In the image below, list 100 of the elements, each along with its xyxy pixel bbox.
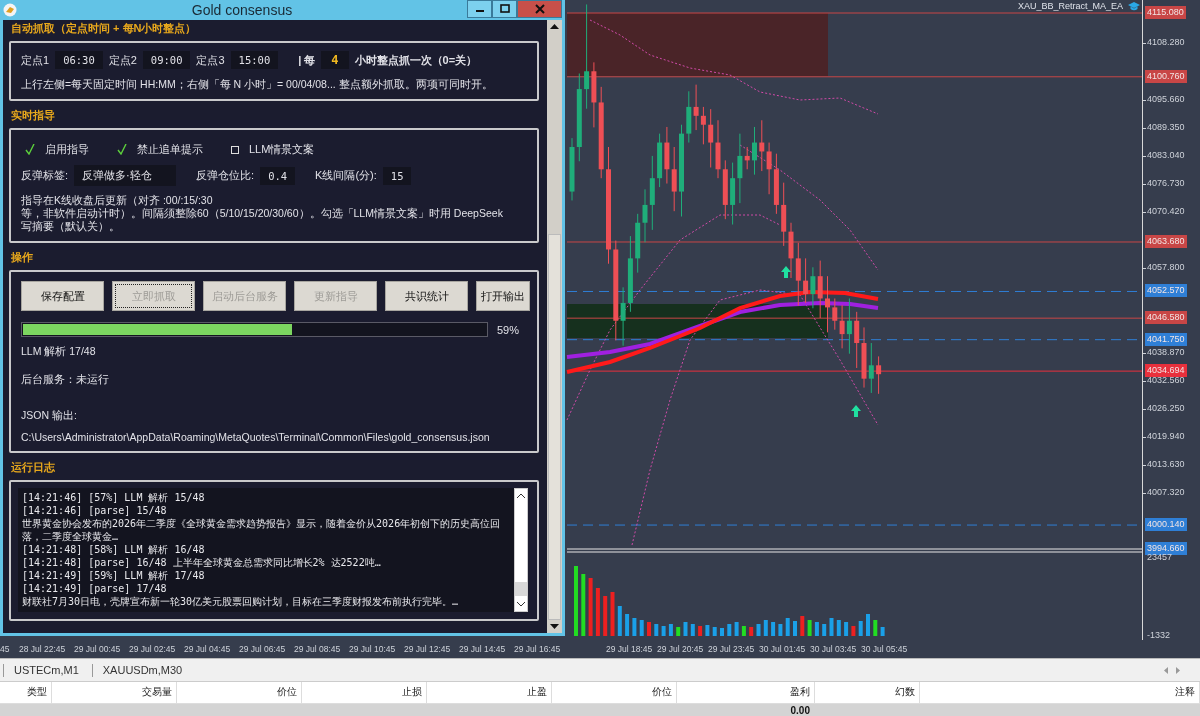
log-line: [14:21:49] [59%] LLM 解析 17/48 — [22, 569, 206, 582]
time-tick: 29 Jul 18:45 — [606, 644, 653, 654]
log-line: [14:21:48] [parse] 16/48 上半年全球黄金总需求同比增长2% 达2522吨… — [22, 556, 382, 569]
price-tick: 4095.660 — [1147, 93, 1185, 104]
price-tag: 4100.760 — [1145, 69, 1187, 83]
input-field[interactable]: 反弹做多·轻仓 — [74, 165, 177, 186]
field-label: 定点3 — [196, 52, 225, 68]
time-tick: 29 Jul 08:45 — [294, 644, 341, 654]
field-label: K线间隔(分): — [315, 168, 377, 183]
column-header[interactable]: 止盈 — [427, 682, 552, 703]
field-label: 反弹标签: — [21, 168, 69, 183]
chart-tab[interactable]: XAUUSDm,M30 — [98, 664, 187, 676]
section-heading: 运行日志 — [11, 460, 56, 475]
time-tick: 30 Jul 03:45 — [810, 644, 857, 654]
close-button[interactable] — [517, 0, 562, 18]
time-tick: 30 Jul 05:45 — [861, 644, 908, 654]
action-button[interactable]: 打开输出 — [476, 281, 530, 311]
scroll-down-icon[interactable] — [517, 602, 525, 607]
section-heading: 实时指导 — [11, 108, 56, 123]
price-tick: 4108.280 — [1147, 37, 1185, 48]
candle — [825, 275, 830, 333]
scroll-down-icon[interactable] — [550, 624, 559, 630]
time-tick: 29 Jul 23:45 — [708, 644, 755, 654]
column-header[interactable]: 止损 — [302, 682, 427, 703]
log-scrollbar[interactable] — [514, 488, 528, 612]
scroll-up-icon[interactable] — [550, 23, 559, 29]
column-header[interactable]: 类型 — [0, 682, 52, 703]
time-tick: 28 Jul 22:45 — [19, 644, 66, 654]
close-icon — [534, 4, 545, 14]
price-tag: 4034.694 — [1145, 364, 1187, 378]
time-tick: 29 Jul 02:45 — [129, 644, 176, 654]
input-field[interactable]: 0.4 — [260, 166, 296, 185]
price-tick: 4083.040 — [1147, 149, 1185, 160]
app-icon — [3, 3, 17, 17]
volume-tick: -1332 — [1147, 630, 1171, 640]
maximize-icon — [499, 4, 510, 14]
checkbox-label[interactable]: 禁止追单提示 — [137, 142, 203, 157]
output-label: JSON 输出: — [21, 409, 78, 423]
time-tick: 29 Jul 06:45 — [239, 644, 286, 654]
checkbox-label[interactable]: 启用指导 — [45, 142, 89, 157]
log-line: [14:21:48] [58%] LLM 解析 16/48 — [22, 543, 206, 556]
field-label: | 每 — [298, 52, 316, 68]
column-header[interactable]: 交易量 — [52, 682, 177, 703]
time-tick: 30 Jul 01:45 — [759, 644, 806, 654]
output-path: C:\Users\Administrator\AppData\Roaming\MetaQuotes\Terminal\Common\Files\gold_consensus.json — [21, 431, 491, 443]
price-tag: 4046.580 — [1145, 311, 1187, 325]
checkbox[interactable] — [231, 145, 239, 154]
section-heading: 操作 — [11, 250, 34, 265]
price-tick: 4076.730 — [1147, 177, 1185, 188]
log-line: 财联社7月30日电，壳牌宣布新一轮30亿美元股票回购计划，目标在三季度财报发布前执行完毕。… — [22, 595, 460, 608]
column-header[interactable]: 盈利 — [677, 682, 815, 703]
price-tag: 4115.080 — [1145, 6, 1186, 19]
time-field[interactable]: 06:30 — [55, 51, 103, 69]
hint-text: 上行左侧=每天固定时间 HH:MM；右侧「每 N 小时」= 00/04/08... 整点额外抓取。两项可同时开。 — [21, 78, 494, 91]
column-header[interactable]: 价位 — [552, 682, 677, 703]
time-tick: 45 — [0, 644, 10, 654]
column-header[interactable]: 注释 — [920, 682, 1200, 703]
graduation-cap-icon[interactable] — [1128, 1, 1140, 11]
time-field[interactable]: 15:00 — [230, 51, 279, 69]
time-tick: 29 Jul 00:45 — [74, 644, 121, 654]
checkbox[interactable] — [117, 144, 127, 155]
price-tag: 4052.570 — [1145, 284, 1187, 298]
log-line: [14:21:46] [parse] 15/48 — [22, 504, 168, 517]
checkbox-label[interactable]: LLM情景文案 — [249, 142, 315, 157]
chart-tab[interactable]: USTECm,M1 — [10, 664, 83, 676]
service-status: 后台服务：未运行 — [21, 373, 110, 387]
scroll-up-icon[interactable] — [517, 493, 525, 498]
price-tag: 4041.750 — [1145, 332, 1187, 346]
time-tick: 29 Jul 14:45 — [459, 644, 506, 654]
column-header[interactable]: 价位 — [177, 682, 302, 703]
candle — [752, 126, 757, 176]
action-button[interactable]: 共识统计 — [385, 281, 468, 311]
time-field[interactable]: 09:00 — [142, 51, 191, 69]
hint-text: 指导在K线收盘后更新（对齐 :00/:15/:30 等，非软件启动计时）。间隔须整除60（5/10/15/20/30/60）。勾选「LLM情景文案」时用 DeepSeek 写摘要（默认关）。 — [21, 194, 504, 233]
checkbox[interactable] — [25, 144, 35, 155]
scrollbar[interactable] — [547, 20, 562, 633]
scrollbar-thumb[interactable] — [515, 582, 527, 596]
progress-value: 59% — [497, 323, 520, 336]
up-arrow-icon — [781, 266, 791, 278]
action-button[interactable]: 保存配置 — [21, 281, 104, 311]
section-heading: 自动抓取（定点时间 + 每N小时整点） — [11, 21, 198, 36]
log-line: 世界黄金协会发布的2026年二季度《全球黄金需求趋势报告》显示，随着金价从2026年初创下的历史高位回落，二季度全球黄金… — [22, 517, 502, 543]
input-field[interactable]: 15 — [382, 166, 412, 185]
time-tick: 29 Jul 12:45 — [404, 644, 451, 654]
scrollbar-thumb[interactable] — [548, 234, 561, 620]
candle — [876, 355, 882, 395]
time-tick: 29 Jul 16:45 — [514, 644, 561, 654]
price-tick: 4026.250 — [1147, 402, 1185, 413]
hours-field[interactable]: 4 — [321, 51, 349, 69]
price-tick: 4057.800 — [1147, 262, 1185, 273]
log-area[interactable] — [18, 488, 528, 612]
maximize-button[interactable] — [492, 0, 517, 18]
log-line: [14:21:49] [parse] 17/48 — [22, 582, 168, 595]
column-header[interactable]: 幻数 — [815, 682, 920, 703]
status-text: LLM 解析 17/48 — [21, 345, 97, 359]
time-tick: 29 Jul 04:45 — [184, 644, 231, 654]
field-label: 小时整点抓一次（0=关） — [354, 52, 478, 68]
field-label: 定点1 — [21, 52, 50, 68]
minimize-button[interactable] — [467, 0, 492, 18]
total-profit: 0.00 — [789, 704, 811, 716]
